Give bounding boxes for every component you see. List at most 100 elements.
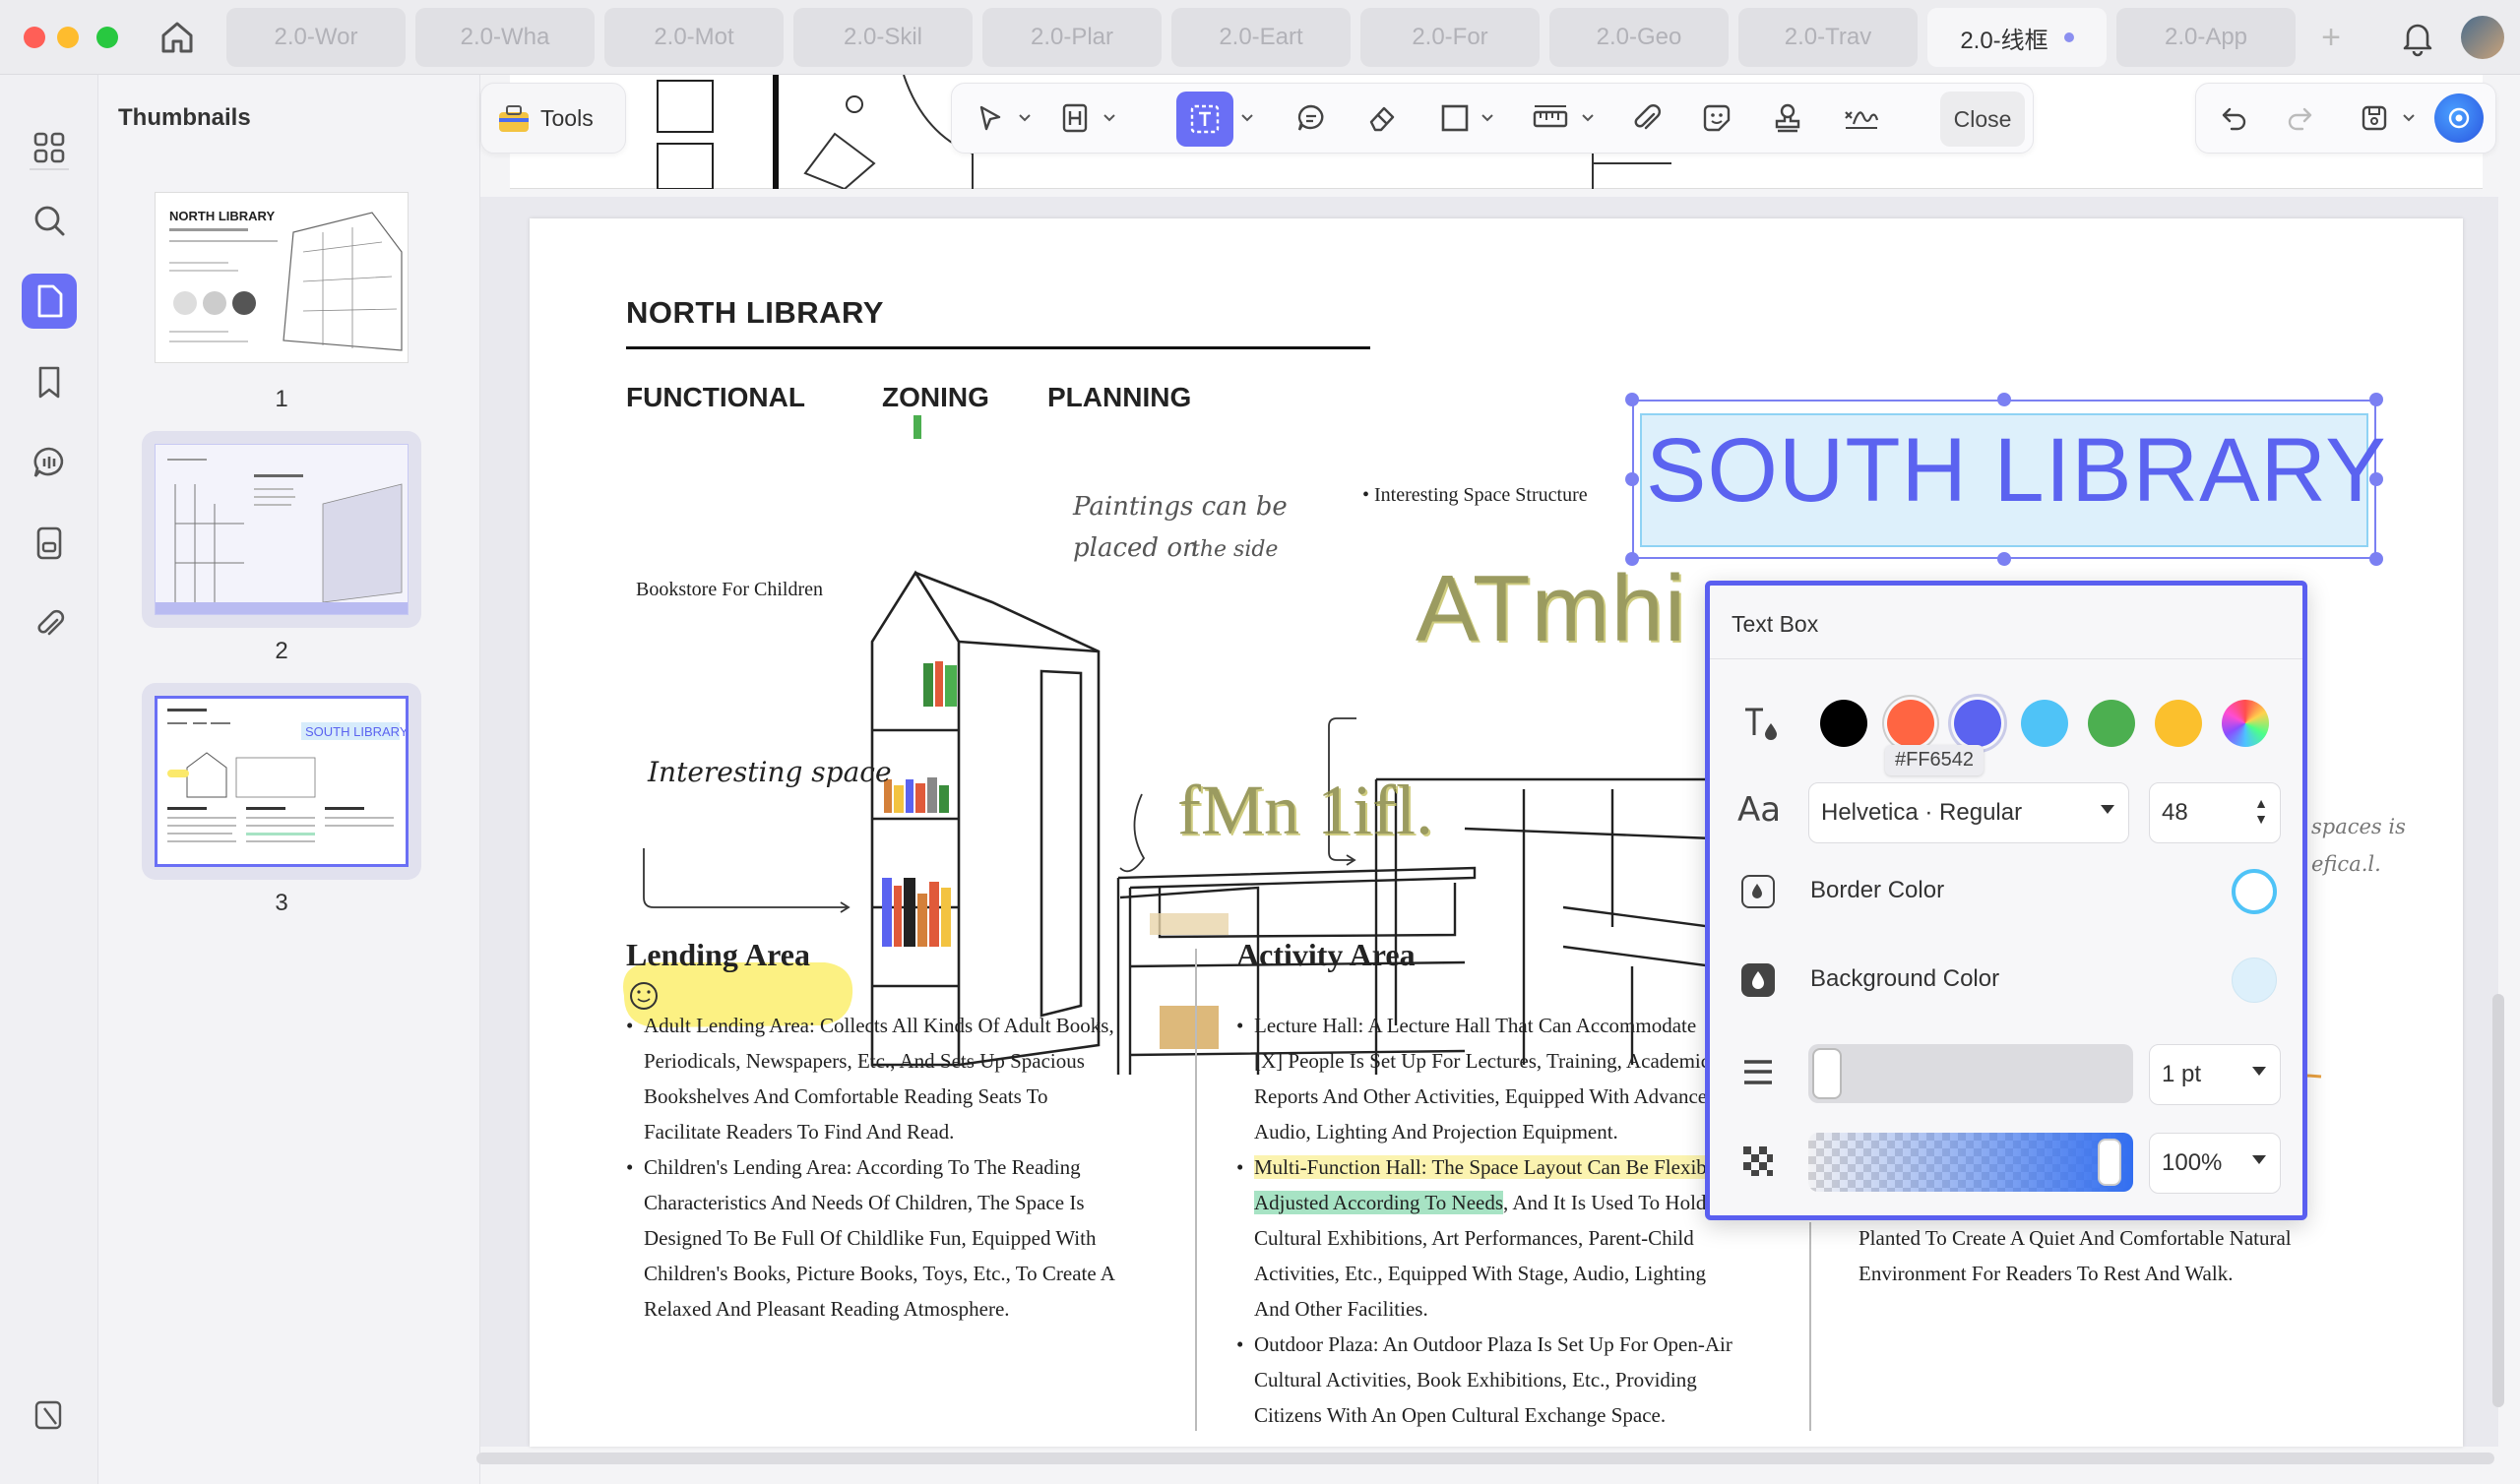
resize-handle-l[interactable] xyxy=(1625,472,1639,486)
signature-icon[interactable] xyxy=(1834,95,1889,141)
panel-divider xyxy=(1710,658,2302,659)
chevron-down-icon[interactable] xyxy=(2399,95,2419,141)
resize-handle-t[interactable] xyxy=(1997,393,2011,406)
tab-7[interactable]: 2.0-For xyxy=(1360,8,1540,67)
search-icon[interactable] xyxy=(22,193,77,248)
highlighted-text-green[interactable]: Adjusted According To Needs xyxy=(1254,1191,1504,1214)
chevron-down-icon[interactable] xyxy=(1100,95,1119,141)
slider-handle[interactable] xyxy=(2098,1139,2121,1186)
bullet: • xyxy=(1236,1332,1244,1356)
resize-handle-b[interactable] xyxy=(1997,552,2011,566)
line-width-dropdown[interactable]: 1 pt xyxy=(2149,1044,2281,1105)
chevron-down-icon[interactable] xyxy=(1237,95,1257,141)
ai-assistant-icon[interactable] xyxy=(2434,93,2484,143)
comment-bubble-icon[interactable] xyxy=(1287,95,1336,141)
horizontal-scrollbar[interactable] xyxy=(476,1453,2494,1464)
line: [X] People Is Set Up For Lectures, Train… xyxy=(1254,1049,1711,1073)
highlight-h-icon[interactable] xyxy=(1050,95,1100,141)
color-swatch-orange[interactable] xyxy=(1887,700,1934,747)
notification-bell-icon[interactable] xyxy=(2398,18,2437,57)
rail-divider xyxy=(30,168,69,170)
border-color-swatch[interactable] xyxy=(2232,869,2277,914)
tab-6[interactable]: 2.0-Eart xyxy=(1171,8,1351,67)
thumbnails-page-icon[interactable] xyxy=(22,274,77,329)
color-picker-rainbow-icon[interactable] xyxy=(2222,700,2269,747)
opacity-checker-icon xyxy=(1741,1144,1775,1178)
tab-9[interactable]: 2.0-Trav xyxy=(1738,8,1918,67)
sticker-icon[interactable] xyxy=(1692,95,1741,141)
select-cursor-icon[interactable] xyxy=(966,95,1015,141)
handwritten-the-side: the side xyxy=(1191,537,1279,562)
color-swatch-blue-selected[interactable] xyxy=(1954,700,2001,747)
eraser-icon[interactable] xyxy=(1357,95,1407,141)
comment-icon[interactable] xyxy=(22,435,77,490)
redo-icon[interactable] xyxy=(2275,95,2324,141)
vertical-scrollbar[interactable] xyxy=(2492,994,2504,1407)
resize-handle-br[interactable] xyxy=(2369,552,2383,566)
tools-button[interactable]: Tools xyxy=(480,83,626,154)
resize-handle-bl[interactable] xyxy=(1625,552,1639,566)
right-actions xyxy=(2195,83,2496,154)
measure-ruler-icon[interactable] xyxy=(1523,95,1578,141)
list-item: • Children's Lending Area: According To … xyxy=(626,1149,1177,1327)
chevron-down-icon[interactable] xyxy=(1578,95,1598,141)
close-window-button[interactable] xyxy=(24,27,45,48)
save-icon[interactable] xyxy=(2350,95,2399,141)
color-swatch-light-blue[interactable] xyxy=(2021,700,2068,747)
thumbnail-page-2[interactable] xyxy=(142,431,421,628)
grid-apps-icon[interactable] xyxy=(22,120,77,175)
tab-4[interactable]: 2.0-Skil xyxy=(793,8,973,67)
svg-text:NORTH LIBRARY: NORTH LIBRARY xyxy=(169,209,275,223)
line-width-slider[interactable] xyxy=(1808,1044,2133,1103)
chevron-down-icon[interactable] xyxy=(1478,95,1497,141)
rectangle-shape-icon[interactable] xyxy=(1430,95,1480,141)
slider-handle[interactable] xyxy=(1812,1048,1842,1099)
resize-handle-tl[interactable] xyxy=(1625,393,1639,406)
line: Children's Books, Picture Books, Toys, E… xyxy=(644,1262,1115,1285)
title-bar: 2.0-Wor 2.0-Wha 2.0-Mot 2.0-Skil 2.0-Pla… xyxy=(0,0,2520,75)
undo-icon[interactable] xyxy=(2210,95,2259,141)
text-box-tool-button[interactable] xyxy=(1176,92,1233,147)
tab-10-active[interactable]: 2.0-线框 xyxy=(1927,8,2107,67)
chevron-down-icon[interactable] xyxy=(1015,95,1035,141)
tab-5[interactable]: 2.0-Plar xyxy=(982,8,1162,67)
tab-8[interactable]: 2.0-Geo xyxy=(1549,8,1729,67)
home-icon[interactable] xyxy=(158,18,197,57)
thumbnail-page-1[interactable]: NORTH LIBRARY xyxy=(142,179,421,376)
tab-11[interactable]: 2.0-App xyxy=(2116,8,2296,67)
close-toolbar-button[interactable]: Close xyxy=(1940,92,2025,147)
sidebar-toggle-icon[interactable] xyxy=(22,1388,77,1443)
thumbnail-page-3-current[interactable]: SOUTH LIBRARY xyxy=(142,683,421,880)
attachment-paperclip-icon[interactable] xyxy=(22,596,77,651)
line: Cultural Activities, Book Exhibitions, E… xyxy=(1254,1368,1697,1391)
stamp-icon[interactable] xyxy=(1763,95,1812,141)
tab-label: 2.0-Eart xyxy=(1219,24,1303,50)
document-icon[interactable] xyxy=(22,516,77,571)
tab-1[interactable]: 2.0-Wor xyxy=(226,8,406,67)
minimize-window-button[interactable] xyxy=(57,27,79,48)
color-swatch-black[interactable] xyxy=(1820,700,1867,747)
chevron-down-icon xyxy=(2252,1155,2266,1164)
selected-text-content[interactable]: SOUTH LIBRARY xyxy=(1646,419,2387,523)
tab-2[interactable]: 2.0-Wha xyxy=(415,8,595,67)
stepper-arrows-icon[interactable]: ▲ ▼ xyxy=(2254,795,2268,827)
attach-paperclip-icon[interactable] xyxy=(1621,95,1670,141)
color-swatch-green[interactable] xyxy=(2088,700,2135,747)
line-width-value: 1 pt xyxy=(2162,1061,2202,1087)
highlighted-text-yellow[interactable]: Multi-Function Hall: The Space Layout Ca… xyxy=(1254,1155,1707,1179)
background-color-swatch[interactable] xyxy=(2232,958,2277,1003)
font-family-dropdown[interactable]: Helvetica · Regular xyxy=(1808,782,2129,843)
opacity-dropdown[interactable]: 100% xyxy=(2149,1133,2281,1194)
opacity-slider[interactable] xyxy=(1808,1133,2133,1192)
new-tab-plus-icon[interactable]: + xyxy=(2313,20,2349,55)
resize-handle-tr[interactable] xyxy=(2369,393,2383,406)
resize-handle-r[interactable] xyxy=(2369,472,2383,486)
color-swatch-yellow[interactable] xyxy=(2155,700,2202,747)
font-size-stepper[interactable]: 48 ▲ ▼ xyxy=(2149,782,2281,843)
user-avatar[interactable] xyxy=(2461,16,2504,59)
tab-3[interactable]: 2.0-Mot xyxy=(604,8,784,67)
selected-text-box[interactable]: SOUTH LIBRARY xyxy=(1632,400,2386,559)
zoom-window-button[interactable] xyxy=(96,27,118,48)
chevron-down-icon xyxy=(2101,805,2114,814)
bookmark-icon[interactable] xyxy=(22,354,77,409)
